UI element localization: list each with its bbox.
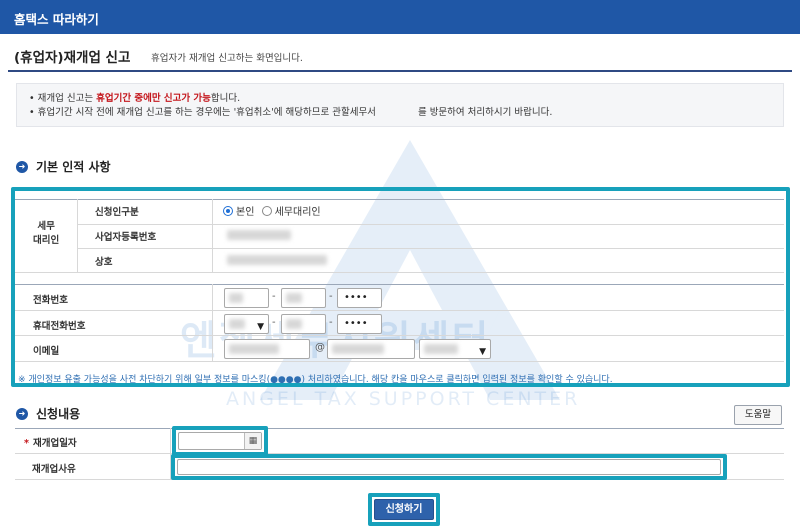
arrow-circle-icon: ➜ (16, 407, 28, 420)
highlight-basic-info (11, 187, 790, 387)
reopen-reason-label: 재개업사유 (32, 464, 76, 475)
notice-line-2-suffix: 를 방문하여 처리하시기 바랍니다. (417, 107, 553, 118)
highlight-reopen-reason (171, 454, 727, 480)
app-title: 홈택스 따라하기 (14, 12, 99, 27)
app-header: 홈택스 따라하기 (0, 0, 800, 34)
highlight-submit (368, 493, 440, 526)
basic-info-title: 기본 인적 사항 (36, 160, 111, 174)
masking-notice: ※ 개인정보 유출 가능성을 사전 차단하기 위해 일부 정보를 마스킹(●●●… (18, 375, 613, 385)
reopen-date-row: * 재개업일자 (15, 428, 784, 454)
title-divider (8, 70, 792, 72)
reopen-date-label: * 재개업일자 (24, 438, 77, 449)
page-title: (휴업자)재개업 신고 (14, 50, 131, 66)
blurred-office (376, 106, 418, 115)
request-heading: ➜ 신청내용 (16, 405, 80, 422)
basic-info-heading: ➜ 기본 인적 사항 (16, 158, 111, 175)
notice-highlight: 휴업기간 중에만 신고가 가능 (96, 93, 211, 104)
notice-line-2: • 휴업기간 시작 전에 재개업 신고를 하는 경우에는 '휴업취소'에 해당하… (29, 106, 553, 118)
highlight-reopen-date (172, 426, 268, 456)
notice-line-1: • 재개업 신고는 휴업기간 중에만 신고가 가능합니다. (29, 93, 241, 104)
help-button[interactable]: 도움말 (734, 405, 782, 425)
arrow-circle-icon: ➜ (16, 160, 28, 173)
page-description: 휴업자가 재개업 신고하는 화면입니다. (151, 53, 303, 64)
notice-box: • 재개업 신고는 휴업기간 중에만 신고가 가능합니다. • 휴업기간 시작 … (16, 83, 784, 127)
watermark-subtext: ANGEL TAX SUPPORT CENTER (226, 388, 581, 410)
notice-line-1-prefix: 재개업 신고는 (37, 93, 97, 104)
request-title: 신청내용 (36, 407, 81, 421)
notice-line-2-prefix: 휴업기간 시작 전에 재개업 신고를 하는 경우에는 '휴업취소'에 해당하므로… (37, 107, 376, 118)
notice-line-1-suffix: 합니다. (210, 93, 241, 104)
